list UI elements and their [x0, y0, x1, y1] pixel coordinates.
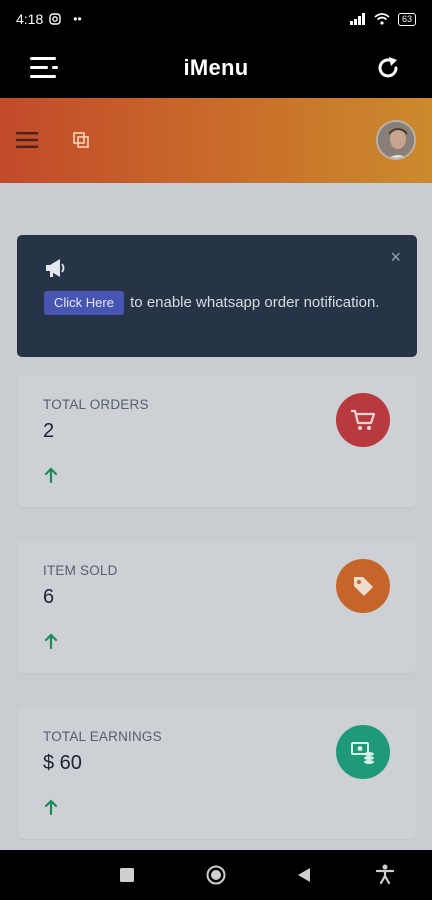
stat-label: ITEM SOLD — [43, 563, 118, 578]
recents-icon[interactable] — [120, 868, 134, 882]
user-photo-icon — [378, 122, 414, 158]
arrow-up-icon — [44, 799, 58, 815]
battery-indicator: 63 — [397, 12, 416, 26]
status-right: 63 — [349, 12, 416, 26]
windows-icon[interactable] — [72, 131, 90, 149]
back-icon[interactable] — [297, 867, 311, 883]
dashboard-header — [0, 98, 432, 183]
whatsapp-notice: × Click Here to enable whatsapp order no… — [17, 235, 417, 357]
close-icon[interactable]: × — [390, 247, 401, 268]
status-bar: 4:18 •• 63 — [0, 0, 432, 38]
webview-content: × Click Here to enable whatsapp order no… — [0, 98, 432, 850]
signal-icon — [349, 13, 365, 25]
instagram-icon — [49, 13, 61, 25]
stat-value: 2 — [43, 420, 55, 442]
menu-icon[interactable] — [30, 54, 60, 82]
arrow-up-icon — [44, 633, 58, 649]
wifi-icon — [374, 13, 390, 25]
avatar[interactable] — [376, 120, 416, 160]
stat-label: TOTAL ORDERS — [43, 397, 149, 412]
arrow-up-icon — [44, 467, 58, 483]
total-earnings-card: TOTAL EARNINGS $ 60 — [18, 707, 416, 839]
stat-value: $ 60 — [43, 752, 82, 774]
refresh-icon[interactable] — [374, 54, 402, 82]
stat-value: 6 — [43, 586, 55, 608]
click-here-button[interactable]: Click Here — [44, 291, 124, 315]
app-title: iMenu — [183, 55, 249, 80]
tag-icon — [336, 559, 390, 613]
status-dots: •• — [73, 12, 82, 26]
status-left: 4:18 •• — [16, 11, 82, 27]
hamburger-icon[interactable] — [16, 132, 38, 148]
notice-message: to enable whatsapp order notification. — [125, 294, 380, 311]
cart-icon — [336, 393, 390, 447]
stat-label: TOTAL EARNINGS — [43, 729, 162, 744]
app-bar: iMenu — [0, 38, 432, 98]
total-orders-card: TOTAL ORDERS 2 — [18, 375, 416, 507]
money-icon — [336, 725, 390, 779]
megaphone-icon — [46, 259, 65, 277]
home-icon[interactable] — [206, 865, 226, 885]
item-sold-card: ITEM SOLD 6 — [18, 541, 416, 673]
status-time: 4:18 — [16, 11, 44, 27]
accessibility-icon[interactable] — [376, 864, 394, 884]
system-nav-bar — [0, 850, 432, 900]
notice-text: Click Here to enable whatsapp order noti… — [44, 289, 399, 316]
